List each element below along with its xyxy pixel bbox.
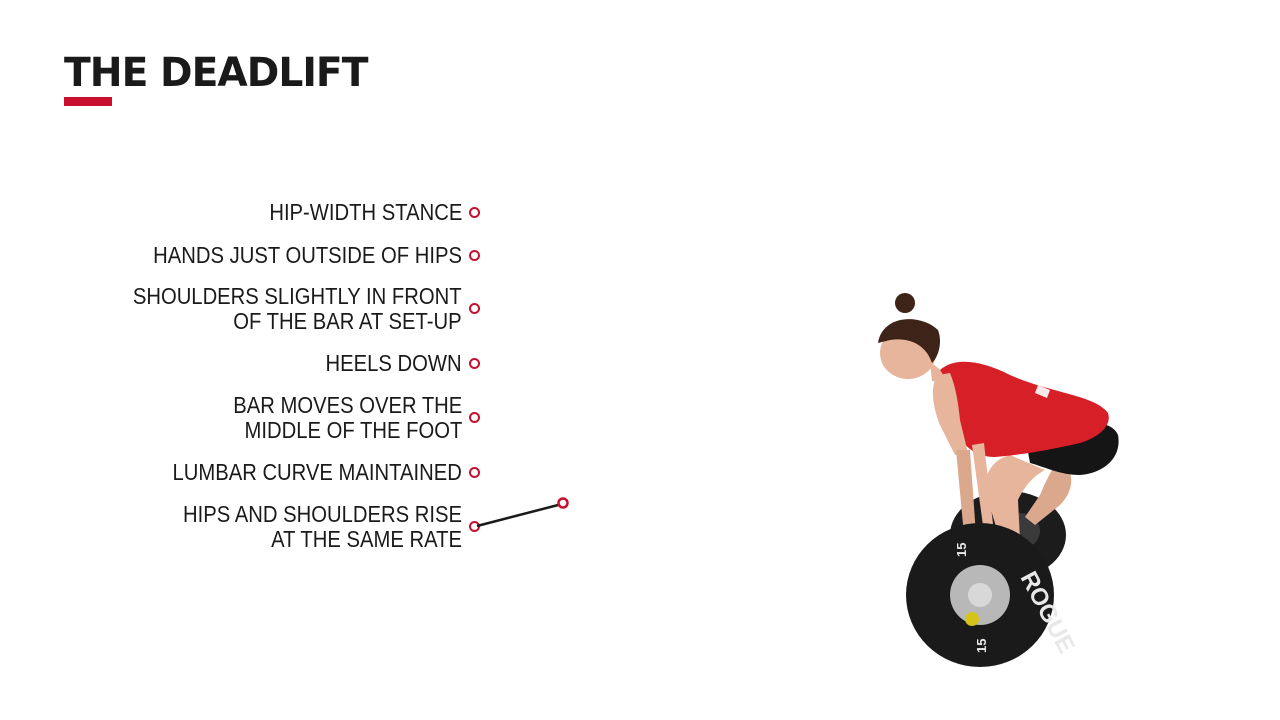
plate-weight-label-bottom: 15: [974, 639, 989, 653]
cue-marker-icon: [469, 303, 480, 314]
cue-label: HIP-WIDTH STANCE: [268, 199, 462, 225]
cue-bar-over-midfoot: BAR MOVES OVER THE MIDDLE OF THE FOOT: [233, 393, 462, 443]
cue-hips-shoulders-rise: HIPS AND SHOULDERS RISE AT THE SAME RATE: [183, 502, 462, 552]
cue-marker-icon: [469, 250, 480, 261]
pointer-end-marker-icon: [557, 497, 569, 509]
cue-marker-icon: [469, 207, 480, 218]
cue-lumbar-curve: LUMBAR CURVE MAINTAINED: [173, 460, 462, 485]
cue-label: HANDS JUST OUTSIDE OF HIPS: [153, 242, 462, 268]
cue-label-line-2: MIDDLE OF THE FOOT: [244, 417, 462, 443]
cue-hands-outside-hips: HANDS JUST OUTSIDE OF HIPS: [153, 243, 462, 268]
deadlift-infographic: THE DEADLIFT HIP-WIDTH STANCE HANDS JUST…: [0, 0, 1280, 720]
title-underline: [64, 97, 112, 106]
cue-label: HEELS DOWN: [325, 350, 462, 376]
plate-weight-label-top: 15: [954, 543, 969, 557]
cue-marker-icon: [469, 412, 480, 423]
cue-label-line-1: BAR MOVES OVER THE: [232, 392, 462, 418]
head-icon: [878, 293, 945, 383]
cue-label-line-1: HIPS AND SHOULDERS RISE: [183, 501, 462, 527]
cue-marker-icon: [469, 358, 480, 369]
cue-label: LUMBAR CURVE MAINTAINED: [172, 459, 462, 485]
cue-label-line-2: AT THE SAME RATE: [271, 526, 462, 552]
cue-heels-down: HEELS DOWN: [326, 351, 462, 376]
cue-label-line-1: SHOULDERS SLIGHTLY IN FRONT: [133, 283, 462, 309]
cue-label-line-2: OF THE BAR AT SET-UP: [233, 308, 462, 334]
cue-marker-icon: [469, 467, 480, 478]
page-title: THE DEADLIFT: [64, 50, 368, 96]
cue-shoulders-in-front: SHOULDERS SLIGHTLY IN FRONT OF THE BAR A…: [133, 284, 462, 334]
cue-hip-width-stance: HIP-WIDTH STANCE: [269, 200, 462, 225]
athlete-illustration: ROGUE 15 15: [878, 293, 1119, 667]
cue-marker-icon: [469, 521, 480, 532]
